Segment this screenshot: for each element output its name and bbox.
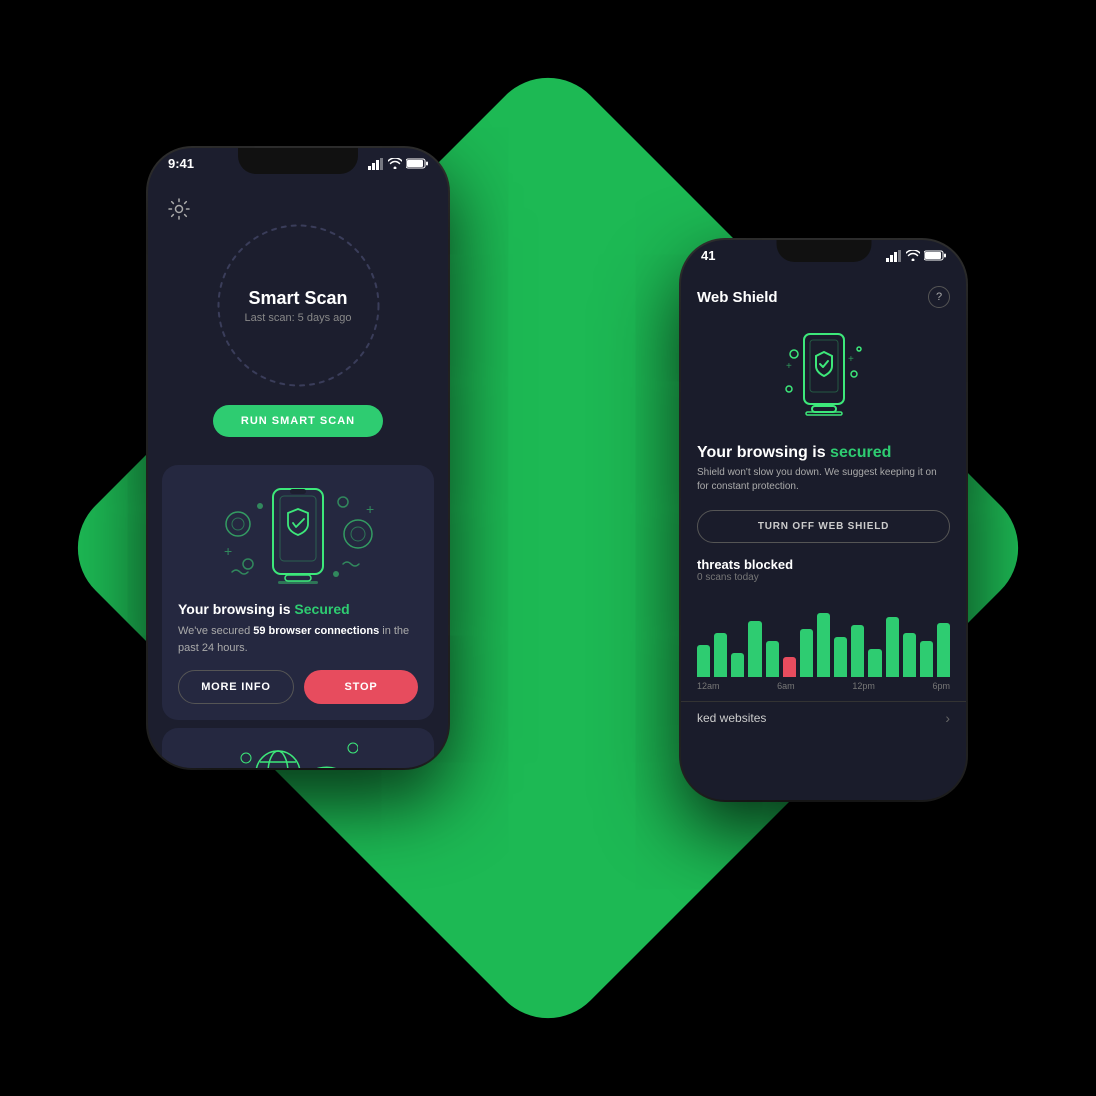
back-phone-notch [776,240,871,262]
chart-bar [937,623,950,677]
blocked-websites-row[interactable]: ked websites › [681,701,966,734]
svg-text:+: + [848,354,854,365]
front-wifi-icon [388,158,402,169]
threats-section: threats blocked 0 scans today [681,551,966,587]
threats-title: threats blocked [697,557,950,572]
browsing-status-value: Secured [294,601,349,617]
scan-text: Smart Scan Last scan: 5 days ago [244,288,351,324]
front-status-icons [368,158,428,170]
turn-off-button[interactable]: TURN OFF WEB SHIELD [697,510,950,543]
chart-bar [800,629,813,677]
back-status-time: 41 [701,248,715,263]
chevron-right-icon: › [945,710,950,726]
back-secured-section: Your browsing is secured Shield won't sl… [681,444,966,502]
action-buttons: MORE INFO STOP [178,670,418,704]
stop-button[interactable]: STOP [304,670,418,704]
browsing-description: We've secured 59 browser connections in … [178,623,418,656]
scene: 41 [0,0,1096,1096]
chart-bar [731,653,744,677]
wifi-icon [906,250,920,261]
more-info-button[interactable]: MORE INFO [178,670,294,704]
blocked-websites-text: ked websites [697,711,766,725]
scan-circle-area: Smart Scan Last scan: 5 days ago RUN SMA… [148,188,448,457]
front-phone-notch [238,148,358,174]
shield-big-area: + + [681,314,966,444]
battery-icon [924,250,946,261]
bottom-partial-card [162,728,434,768]
web-shield-title: Web Shield [697,289,778,306]
phone-front: 9:41 [148,148,448,768]
chart-bar [868,649,881,677]
browsing-card: + + Your browsing is Secured We'v [162,465,434,720]
svg-text:+: + [786,361,792,372]
back-phone-content: Web Shield ? [681,276,966,800]
secured-status: secured [830,444,891,461]
back-status-icons [886,250,946,262]
shield-illustration: + + [178,481,418,601]
help-button[interactable]: ? [928,286,950,308]
shield-big-icon: + + [774,324,874,434]
front-battery-icon [406,158,428,169]
threats-subtitle: 0 scans today [697,572,950,583]
wifi-globe-icon [238,738,358,768]
chart-bar [748,621,761,677]
phone-back: 41 [681,240,966,800]
chart-bar [783,657,796,677]
front-status-time: 9:41 [168,156,194,171]
front-phone-content: Smart Scan Last scan: 5 days ago RUN SMA… [148,188,448,768]
chart-bar [817,613,830,677]
bar-chart [681,587,966,677]
chart-labels: 12am 6am 12pm 6pm [681,677,966,695]
shield-phone-illustration: + + [188,484,408,599]
svg-text:+: + [366,501,374,517]
chart-bar [766,641,779,677]
run-smart-scan-button[interactable]: RUN SMART SCAN [213,405,383,437]
chart-bar [920,641,933,677]
chart-bar [851,625,864,677]
scan-circle: Smart Scan Last scan: 5 days ago [211,218,386,393]
scan-subtitle: Last scan: 5 days ago [244,312,351,324]
back-header: Web Shield ? [681,276,966,314]
secured-desc: Shield won't slow you down. We suggest k… [697,466,950,494]
signal-icon [886,250,902,262]
chart-bar [714,633,727,677]
wifi-card-inner [178,744,418,768]
scan-title: Smart Scan [244,288,351,309]
svg-text:+: + [224,543,232,559]
secured-title: Your browsing is secured [697,444,950,462]
gear-icon [168,198,190,220]
chart-bar [697,645,710,677]
chart-bar [886,617,899,677]
browsing-status-title: Your browsing is Secured [178,601,418,617]
chart-bar [834,637,847,677]
front-signal-icon [368,158,384,170]
settings-icon[interactable] [168,198,190,226]
chart-bar [903,633,916,677]
